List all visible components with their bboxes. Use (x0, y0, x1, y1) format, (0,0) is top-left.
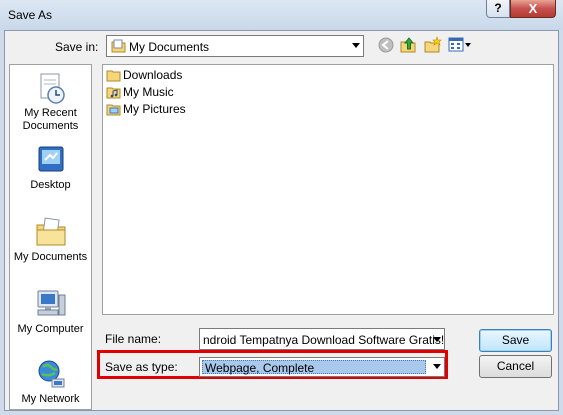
folder-icon (106, 70, 121, 82)
file-name-value: ndroid Tempatnya Download Software Grati… (203, 333, 445, 347)
places-bar: My Recent Documents Desktop My Documents (9, 64, 92, 410)
place-my-documents[interactable]: My Documents (10, 215, 91, 264)
place-label: Desktop (30, 179, 71, 191)
selected-option: Webpage, Complete (202, 360, 426, 375)
desktop-icon (38, 146, 63, 172)
file-name: Downloads (123, 68, 183, 82)
my-network-icon (38, 360, 64, 388)
chevron-down-icon[interactable] (433, 364, 441, 369)
place-label: My Recent Documents (22, 107, 79, 132)
music-folder-icon (106, 87, 121, 99)
file-name: My Music (123, 85, 174, 99)
new-folder-icon[interactable] (424, 36, 442, 54)
my-documents-small-icon (111, 39, 126, 53)
up-folder-icon[interactable] (400, 36, 418, 54)
chevron-down-icon[interactable] (433, 337, 441, 342)
place-label: My Documents (13, 251, 88, 263)
back-icon[interactable] (377, 36, 395, 54)
save-as-type-dropdown[interactable]: Webpage, Complete (199, 357, 445, 377)
place-my-computer[interactable]: My Computer (10, 287, 91, 336)
save-button[interactable]: Save (479, 329, 552, 352)
place-label: My Network (21, 393, 80, 405)
views-icon[interactable] (448, 36, 472, 54)
window-title: Save As (8, 8, 53, 22)
place-desktop[interactable]: Desktop (10, 143, 91, 192)
cancel-button[interactable]: Cancel (479, 355, 552, 378)
place-my-network[interactable]: My Network (10, 357, 91, 406)
save-in-dropdown[interactable]: My Documents (106, 35, 364, 57)
save-in-value: My Documents (129, 40, 210, 54)
save-in-label: Save in: (55, 40, 99, 54)
pictures-folder-icon (106, 104, 121, 116)
chevron-down-icon (352, 43, 360, 48)
my-documents-icon (36, 217, 65, 246)
file-name: My Pictures (123, 102, 186, 116)
file-list[interactable]: Downloads My Music My Pictures (102, 64, 554, 315)
close-button[interactable]: X (510, 0, 556, 18)
dialog-body: Save in: My Documents My Recent Document… (4, 30, 559, 411)
place-my-recent-documents[interactable]: My Recent Documents (10, 71, 91, 133)
save-as-type-label: Save as type: (105, 360, 178, 374)
place-label: My Computer (17, 323, 84, 335)
file-name-label: File name: (105, 332, 162, 346)
save-as-dialog: Save As ? X Save in: My Documents My Rec… (0, 0, 563, 415)
file-name-input[interactable]: ndroid Tempatnya Download Software Grati… (199, 328, 445, 350)
title-bar[interactable]: Save As ? X (0, 0, 563, 30)
my-computer-icon (37, 290, 65, 316)
save-as-type-value: Webpage, Complete (205, 361, 315, 375)
recent-documents-icon (40, 73, 65, 104)
help-button[interactable]: ? (486, 0, 510, 18)
